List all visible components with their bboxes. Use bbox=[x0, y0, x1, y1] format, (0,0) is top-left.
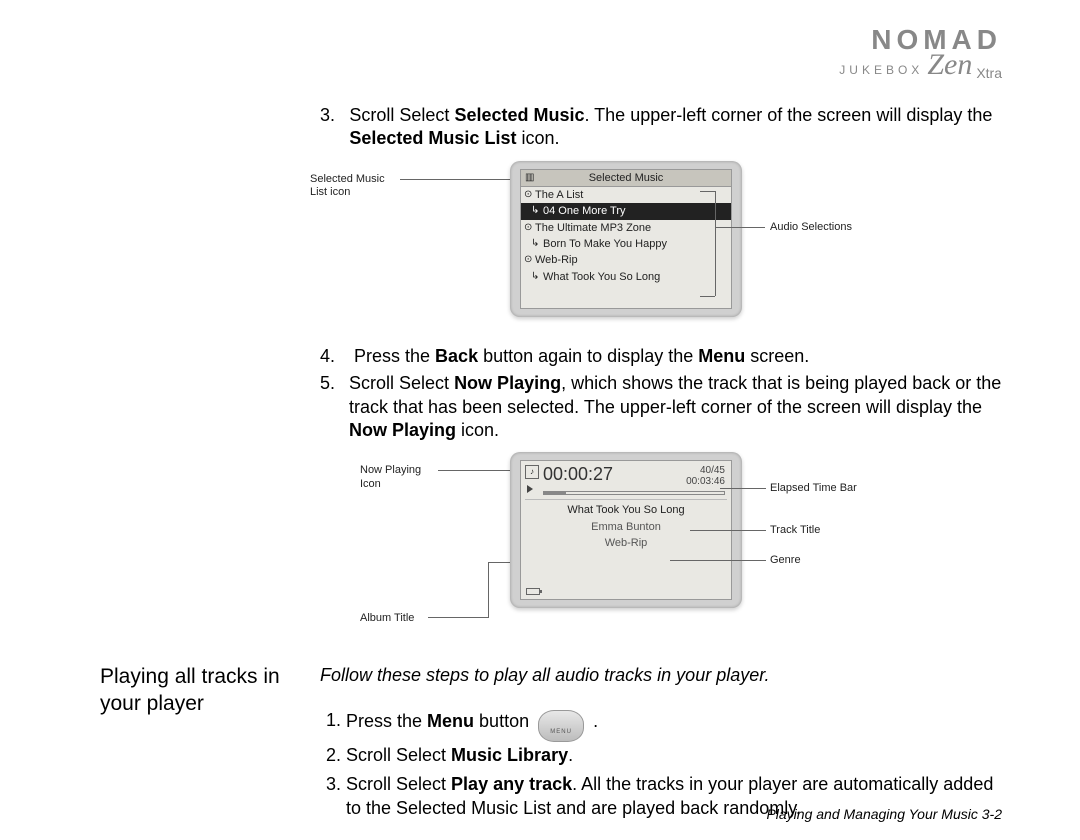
list-item: ↳04 One More Try bbox=[521, 203, 731, 219]
figure-selected-music: Selected Music List icon ▥ Selected Musi… bbox=[320, 161, 1010, 331]
step3-text: Scroll Select Selected Music. The upper-… bbox=[349, 104, 1010, 151]
list-icon: ▥ bbox=[525, 171, 534, 184]
screen-title: Selected Music bbox=[589, 172, 664, 184]
page-footer: Playing and Managing Your Music 3-2 bbox=[766, 806, 1002, 822]
callout-elapsed-bar: Elapsed Time Bar bbox=[770, 482, 857, 495]
step5-text: Scroll Select Now Playing, which shows t… bbox=[349, 372, 1010, 442]
track-title: What Took You So Long bbox=[521, 502, 731, 518]
step-number: 5. bbox=[320, 372, 335, 442]
battery-icon bbox=[526, 588, 540, 595]
album-name: Web-Rip bbox=[521, 535, 731, 551]
artist-name: Emma Bunton bbox=[521, 519, 731, 535]
elapsed-time-bar bbox=[543, 491, 725, 495]
callout-album-title: Album Title bbox=[360, 612, 414, 625]
product-logo: NOMAD JUKEBOX Zen Xtra bbox=[839, 26, 1002, 80]
figure-now-playing: Now Playing Icon Album Title ♪ 00:00:27 … bbox=[320, 452, 1010, 642]
callout-selected-music-icon: Selected Music List icon bbox=[310, 173, 400, 199]
logo-sub: JUKEBOX bbox=[839, 64, 923, 76]
list-item: ⊙The A List bbox=[521, 187, 731, 203]
step4-text: Press the Back button again to display t… bbox=[354, 345, 809, 368]
now-playing-icon: ♪ bbox=[525, 465, 539, 479]
logo-suffix: Xtra bbox=[976, 66, 1002, 80]
step-1: Press the Menu button MENU . bbox=[346, 706, 1010, 738]
list-item: ⊙The Ultimate MP3 Zone bbox=[521, 220, 731, 236]
list-item: ⊙Web-Rip bbox=[521, 252, 731, 268]
callout-track-title: Track Title bbox=[770, 524, 820, 537]
list-item: ↳Born To Make You Happy bbox=[521, 236, 731, 252]
logo-model: Zen bbox=[927, 50, 972, 80]
elapsed-time: 00:00:27 bbox=[543, 465, 613, 487]
callout-audio-selections: Audio Selections bbox=[770, 221, 852, 234]
step-number: 4. bbox=[320, 345, 340, 368]
step-2: Scroll Select Music Library. bbox=[346, 744, 1010, 767]
list-item: ↳What Took You So Long bbox=[521, 269, 731, 285]
callout-genre: Genre bbox=[770, 554, 801, 567]
play-icon bbox=[527, 485, 533, 493]
callout-now-playing-icon: Now Playing Icon bbox=[360, 464, 440, 490]
section-lead: Follow these steps to play all audio tra… bbox=[320, 664, 1010, 687]
track-count: 40/45 bbox=[700, 465, 725, 476]
step-number: 3. bbox=[320, 104, 335, 151]
menu-button-icon: MENU bbox=[538, 710, 584, 742]
total-time: 00:03:46 bbox=[686, 476, 725, 487]
section-heading: Playing all tracks in your player bbox=[100, 664, 300, 826]
